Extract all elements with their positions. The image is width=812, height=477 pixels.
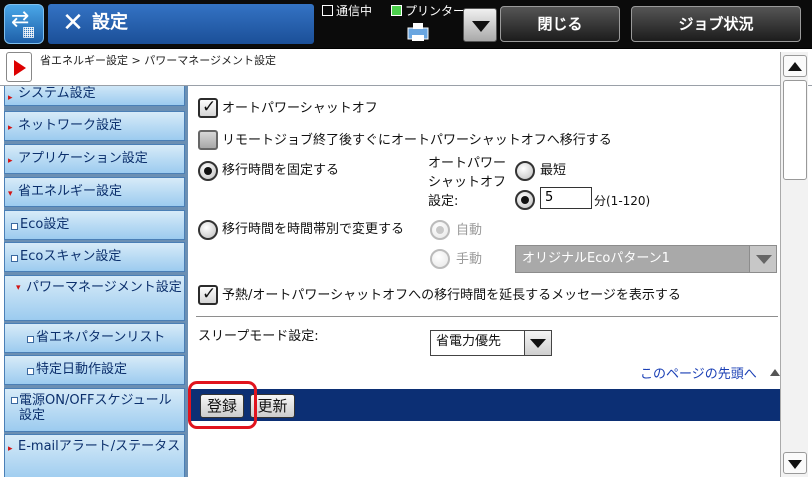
chevron-down-icon <box>472 21 490 32</box>
chevron-down-icon <box>756 255 772 264</box>
chevron-right-icon: ▸ <box>8 123 13 133</box>
sidebar-item-label: ネットワーク設定 <box>18 118 123 133</box>
automatic-label: 自動 <box>456 223 483 238</box>
auto-power-off-setting-label: オートパワーシャットオフ設定: <box>428 156 507 209</box>
home-logo-icon[interactable]: ⇄ ▦ <box>4 4 44 44</box>
page-title: 設定 <box>92 12 128 33</box>
time-zone-change-radio[interactable] <box>198 220 218 240</box>
manual-radio[interactable] <box>430 249 450 269</box>
close-button[interactable]: 閉じる <box>500 6 620 42</box>
fixed-time-label: 移行時間を固定する <box>222 163 340 178</box>
job-status-button[interactable]: ジョブ状況 <box>631 6 801 42</box>
bullet-icon <box>27 368 34 375</box>
sleep-mode-select-value: 省電力優先 <box>436 334 502 349</box>
chevron-down-icon: ▾ <box>16 283 21 293</box>
sidebar-item-network[interactable]: ▸ ネットワーク設定 <box>4 111 185 141</box>
comm-status: 通信中 <box>322 3 372 19</box>
sidebar-item-specific-day-operation[interactable]: 特定日動作設定 <box>4 355 185 385</box>
checkmark-icon: ✓ <box>202 284 217 304</box>
sidebar-item-system[interactable]: ▸ システム設定 <box>4 86 185 106</box>
sidebar-item-application[interactable]: ▸ アプリケーション設定 <box>4 144 185 174</box>
radio-dot-icon <box>436 226 444 234</box>
chevron-right-icon: ▸ <box>8 93 13 103</box>
sidebar-item-label: Eco設定 <box>20 217 70 232</box>
extend-message-checkbox[interactable]: ✓ <box>198 284 218 305</box>
radio-dot-icon <box>521 196 529 204</box>
eco-pattern-select-value: オリジナルEcoパターン1 <box>522 251 670 266</box>
sidebar-item-energy-saving[interactable]: ▾ 省エネルギー設定 <box>4 177 185 207</box>
sidebar-item-label: 電源ON/OFFスケジュール設定 <box>19 393 172 423</box>
sidebar: ▸ システム設定 ▸ ネットワーク設定 ▸ アプリケーション設定 ▾ 省エネルギ… <box>4 86 188 477</box>
manual-label: 手動 <box>456 252 483 267</box>
minutes-input[interactable]: 5 <box>540 187 592 209</box>
checkmark-icon: ✓ <box>202 97 217 117</box>
bullet-icon <box>11 255 18 262</box>
remote-job-power-off-checkbox[interactable] <box>198 130 218 150</box>
chevron-down-icon <box>788 460 802 469</box>
chevron-down-icon: ▾ <box>8 189 13 199</box>
scroll-up-button[interactable] <box>783 55 807 77</box>
sidebar-item-email-alert[interactable]: ▸ E-mailアラート/ステータス <box>4 434 185 477</box>
sidebar-item-label: 特定日動作設定 <box>36 362 128 377</box>
chevron-right-icon: ▸ <box>8 156 13 166</box>
sleep-mode-label: スリープモード設定: <box>198 329 319 344</box>
play-arrow-icon <box>14 60 26 76</box>
printer-status: プリンター <box>391 3 465 19</box>
divider <box>196 316 778 317</box>
chevron-down-icon <box>530 339 546 348</box>
sidebar-item-eco[interactable]: Eco設定 <box>4 210 185 240</box>
arrow-up-icon <box>770 369 780 376</box>
extend-message-label: 予熱/オートパワーシャットオフへの移行時間を延長するメッセージを表示する <box>222 288 681 303</box>
sidebar-item-power-schedule[interactable]: 電源ON/OFFスケジュール設定 <box>4 388 185 432</box>
sidebar-item-power-management[interactable]: ▾ パワーマネージメント設定 <box>4 275 185 321</box>
chevron-right-icon: ▸ <box>8 444 13 454</box>
wrench-icon: ✕ <box>62 8 84 38</box>
sidebar-item-label: Ecoスキャン設定 <box>20 249 122 264</box>
minutes-radio[interactable] <box>515 190 535 210</box>
sidebar-item-label: 省エネルギー設定 <box>18 184 123 199</box>
sidebar-item-label: アプリケーション設定 <box>18 151 148 166</box>
radio-dot-icon <box>204 167 212 175</box>
sidebar-item-energy-pattern-list[interactable]: 省エネパターンリスト <box>4 323 185 353</box>
shortest-label: 最短 <box>540 163 567 178</box>
sidebar-item-eco-scan[interactable]: Ecoスキャン設定 <box>4 242 185 272</box>
breadcrumb: 省エネルギー設定 > パワーマネージメント設定 <box>40 54 276 67</box>
comm-status-label: 通信中 <box>336 4 373 18</box>
auto-power-off-checkbox[interactable]: ✓ <box>198 97 218 118</box>
sidebar-item-label: E-mailアラート/ステータス <box>18 439 181 454</box>
highlight-box <box>188 381 257 429</box>
bullet-icon <box>11 397 18 404</box>
automatic-radio[interactable] <box>430 220 450 240</box>
remote-job-power-off-label: リモートジョブ終了後すぐにオートパワーシャットオフへ移行する <box>222 133 612 148</box>
shortest-radio[interactable] <box>515 161 535 181</box>
sidebar-toggle-button[interactable] <box>6 52 32 82</box>
bullet-icon <box>11 223 18 230</box>
time-zone-change-label: 移行時間を時間帯別で変更する <box>222 222 405 237</box>
minutes-unit-label: 分(1-120) <box>594 194 651 208</box>
auto-power-off-label: オートパワーシャットオフ <box>222 101 378 116</box>
sleep-mode-dropdown-arrow[interactable] <box>524 331 551 355</box>
sidebar-item-label: パワーマネージメント設定 <box>26 280 182 295</box>
sidebar-item-label: 省エネパターンリスト <box>36 330 166 345</box>
printer-icon <box>407 23 429 41</box>
comm-status-indicator-icon <box>322 5 333 16</box>
fixed-time-radio[interactable] <box>198 161 218 181</box>
printer-status-indicator-icon <box>391 5 402 16</box>
back-to-top-link[interactable]: このページの先頭へ <box>640 366 757 384</box>
sidebar-item-label: システム設定 <box>18 86 96 101</box>
scroll-down-button[interactable] <box>783 452 807 474</box>
chevron-up-icon <box>788 62 802 71</box>
bullet-icon <box>27 336 34 343</box>
printer-status-label: プリンター <box>405 4 466 18</box>
menu-dropdown-button[interactable] <box>463 8 497 42</box>
eco-pattern-dropdown-arrow[interactable] <box>749 246 776 272</box>
scroll-thumb[interactable] <box>783 80 807 180</box>
